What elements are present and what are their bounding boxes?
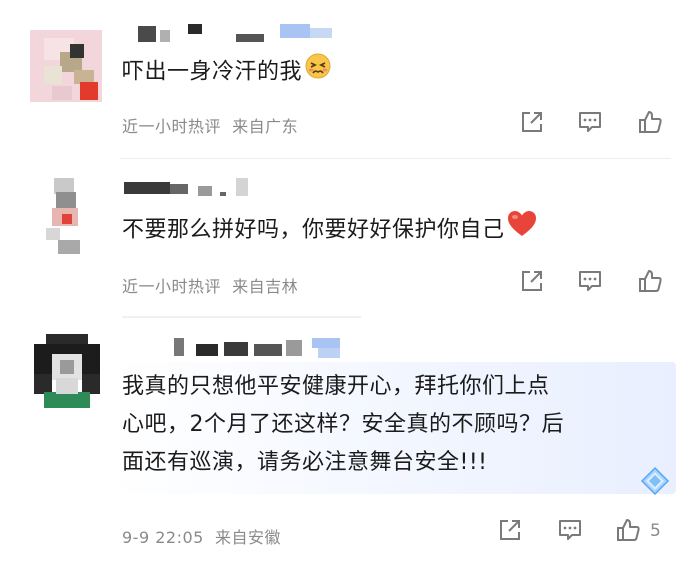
divider (120, 158, 671, 159)
comment-item: 我真的只想他平安健康开心，拜托你们上点 心吧，2个月了还这样？安全真的不顾吗？后… (0, 318, 691, 561)
diamond-badge-icon (640, 466, 670, 496)
comment-item: 不要那么拼好吗，你要好好保护你自己 近一小时热评 来自吉林 (0, 160, 691, 310)
like-count: 5 (650, 521, 661, 541)
comment-actions: 5 (496, 516, 686, 546)
comment-meta: 近一小时热评 来自广东 (122, 117, 299, 136)
like-button[interactable] (636, 108, 666, 138)
sad-face-emoji (304, 52, 332, 93)
share-icon (522, 271, 542, 291)
username-redacted[interactable] (138, 24, 338, 44)
share-button[interactable] (518, 267, 548, 297)
reply-button[interactable] (556, 516, 586, 546)
red-heart-emoji (507, 210, 537, 251)
username-redacted[interactable] (174, 338, 364, 358)
comment-actions (518, 108, 678, 138)
like-button[interactable] (614, 516, 644, 546)
comment-icon (579, 112, 601, 132)
comment-icon (579, 271, 601, 291)
reply-button[interactable] (576, 267, 606, 297)
comment-text: 不要那么拼好吗，你要好好保护你自己 (122, 210, 537, 251)
comment-icon (559, 520, 581, 540)
comment-text: 我真的只想他平安健康开心，拜托你们上点 心吧，2个月了还这样？安全真的不顾吗？后… (122, 374, 564, 475)
username-redacted[interactable] (124, 178, 254, 198)
comment-text: 吓出一身冷汗的我 (122, 52, 332, 93)
comment-actions (518, 267, 678, 297)
share-button[interactable] (496, 516, 526, 546)
like-button[interactable] (636, 267, 666, 297)
share-icon (522, 112, 542, 132)
comment-meta: 9-9 22:05 来自安徽 (122, 528, 282, 547)
share-button[interactable] (518, 108, 548, 138)
avatar[interactable] (30, 334, 104, 408)
reply-button[interactable] (576, 108, 606, 138)
comment-meta: 近一小时热评 来自吉林 (122, 277, 299, 296)
comment-item: 吓出一身冷汗的我 近一小时热评 来自广东 (0, 0, 691, 150)
share-icon (500, 520, 520, 540)
avatar[interactable] (42, 178, 90, 256)
thumbs-up-icon (639, 111, 662, 133)
thumbs-up-icon (639, 270, 662, 292)
avatar[interactable] (30, 30, 102, 102)
thumbs-up-icon (617, 519, 640, 541)
